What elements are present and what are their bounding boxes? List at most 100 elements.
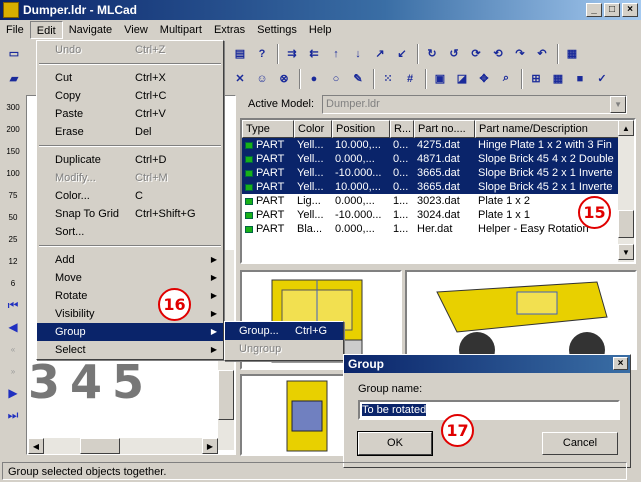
library-hscrollbar[interactable]: ◀ ▶ — [28, 438, 218, 454]
library-hscroll-thumb[interactable] — [80, 438, 120, 454]
menu-item-erase[interactable]: Erase Del — [37, 123, 223, 141]
pin-icon[interactable]: ✓ — [592, 69, 612, 89]
table-row[interactable]: PART Yell... -10.000... 1... 3024.dat Plate 1… — [242, 208, 634, 222]
camera-icon[interactable]: ◪ — [452, 69, 472, 89]
rotate-ccw-y-icon[interactable]: ⟲ — [488, 44, 508, 64]
col-type[interactable]: Type — [242, 120, 294, 138]
rotate-x-plus-icon[interactable]: ⇇ — [304, 44, 324, 64]
zoom-50-icon[interactable]: 50 — [2, 207, 24, 227]
close-button[interactable]: × — [622, 3, 638, 17]
rotate-z-plus-icon[interactable]: ↙ — [392, 44, 412, 64]
library-scroll-thumb[interactable] — [218, 370, 234, 420]
rotate-ccw-x-icon[interactable]: ↺ — [444, 44, 464, 64]
table-row[interactable]: PART Yell... -10.000... 0... 3665.dat Slope B… — [242, 166, 634, 180]
chevron-down-icon[interactable]: ▼ — [610, 95, 627, 113]
next-step-icon[interactable]: ▶ — [2, 383, 24, 403]
scroll-right-icon[interactable]: ▶ — [202, 438, 218, 454]
delete-icon[interactable]: ✕ — [230, 69, 250, 89]
resize-grip-icon[interactable] — [627, 462, 641, 480]
zoom-icon[interactable]: ⌕ — [496, 69, 516, 89]
menu-item-duplicate[interactable]: Duplicate Ctrl+D — [37, 151, 223, 169]
rotate-z-minus-icon[interactable]: ↗ — [370, 44, 390, 64]
table-row[interactable]: PART Lig... 0.000,... 1... 3023.dat Plate 1 x… — [242, 194, 634, 208]
zoom-150-icon[interactable]: 150 — [2, 141, 24, 161]
maximize-button[interactable]: □ — [604, 3, 620, 17]
first-step-icon[interactable]: ⏮ — [2, 295, 24, 315]
parts-list[interactable]: Type Color Position R... Part no.... Par… — [240, 118, 636, 264]
paint-icon[interactable]: ✎ — [348, 69, 368, 89]
scroll-left-icon[interactable]: ◀ — [28, 438, 44, 454]
scroll-down-icon[interactable]: ▼ — [618, 244, 634, 260]
menu-item-add[interactable]: Add ▶ — [37, 251, 223, 269]
menu-item-paste[interactable]: Paste Ctrl+V — [37, 105, 223, 123]
rotate-cw-x-icon[interactable]: ↻ — [422, 44, 442, 64]
zoom-300-icon[interactable]: 300 — [2, 97, 24, 117]
save-icon[interactable]: ▤ — [230, 44, 250, 64]
minimize-button[interactable]: _ — [586, 3, 602, 17]
print-icon[interactable]: ▦ — [562, 44, 582, 64]
dialog-close-icon[interactable]: × — [613, 357, 628, 370]
parts-scroll-thumb[interactable] — [618, 210, 634, 238]
viewport-front[interactable] — [240, 374, 345, 456]
cancel-button[interactable]: Cancel — [542, 432, 618, 455]
col-rotation[interactable]: R... — [390, 120, 414, 138]
move-icon[interactable]: ✥ — [474, 69, 494, 89]
view-grid-icon[interactable]: ▦ — [548, 69, 568, 89]
zoom-12-icon[interactable]: 12 — [2, 251, 24, 271]
grid-dots-icon[interactable]: ⁙ — [378, 69, 398, 89]
menu-multipart[interactable]: Multipart — [154, 21, 208, 39]
help-pointer-icon[interactable]: ? — [252, 44, 272, 64]
col-part-no[interactable]: Part no.... — [414, 120, 475, 138]
zoom-6-icon[interactable]: 6 — [2, 273, 24, 293]
menu-item-modify[interactable]: Modify... Ctrl+M — [37, 169, 223, 187]
menu-item-move[interactable]: Move ▶ — [37, 269, 223, 287]
menu-item-undo[interactable]: Undo Ctrl+Z — [37, 41, 223, 59]
table-row[interactable]: PART Yell... 0.000,... 0... 4871.dat Slope Br… — [242, 152, 634, 166]
ok-button[interactable]: OK — [357, 431, 433, 456]
group-name-input[interactable]: To be rotated — [358, 400, 620, 420]
menu-edit[interactable]: Edit — [29, 21, 63, 39]
rotate-cw-z-icon[interactable]: ↷ — [510, 44, 530, 64]
bulb-icon[interactable]: ○ — [326, 69, 346, 89]
zoom-200-icon[interactable]: 200 — [2, 119, 24, 139]
no-icon[interactable]: ⊗ — [274, 69, 294, 89]
menu-help[interactable]: Help — [303, 21, 338, 39]
rotate-cw-y-icon[interactable]: ⟳ — [466, 44, 486, 64]
menu-item-group[interactable]: Group ▶ — [37, 323, 223, 341]
menu-view[interactable]: View — [118, 21, 154, 39]
lamp-icon[interactable]: ● — [304, 69, 324, 89]
menu-item-ungroup[interactable]: Ungroup — [225, 340, 343, 358]
menu-settings[interactable]: Settings — [251, 21, 303, 39]
window-icon[interactable]: ▣ — [430, 69, 450, 89]
menu-item-copy[interactable]: Copy Ctrl+C — [37, 87, 223, 105]
rotate-y-plus-icon[interactable]: ↓ — [348, 44, 368, 64]
menu-item-snap-to-grid[interactable]: Snap To Grid Ctrl+Shift+G — [37, 205, 223, 223]
rotate-y-minus-icon[interactable]: ↑ — [326, 44, 346, 64]
new-file-icon[interactable]: ▭ — [4, 43, 24, 63]
view-quad-icon[interactable]: ⊞ — [526, 69, 546, 89]
rotate-x-minus-icon[interactable]: ⇉ — [282, 44, 302, 64]
smiley-icon[interactable]: ☺ — [252, 69, 272, 89]
menu-item-rotate[interactable]: Rotate ▶ — [37, 287, 223, 305]
menu-item-visibility[interactable]: Visibility ▶ — [37, 305, 223, 323]
table-row[interactable]: PART Yell... 10.000,... 0... 4275.dat Hinge P… — [242, 138, 634, 152]
table-row[interactable]: PART Yell... 10.000,... 0... 3665.dat Slope B… — [242, 180, 634, 194]
menu-item-sort[interactable]: Sort... — [37, 223, 223, 241]
menu-item-select[interactable]: Select ▶ — [37, 341, 223, 359]
col-position[interactable]: Position — [332, 120, 390, 138]
menu-extras[interactable]: Extras — [208, 21, 251, 39]
scroll-up-icon[interactable]: ▲ — [618, 120, 634, 136]
zoom-75-icon[interactable]: 75 — [2, 185, 24, 205]
menu-item-color[interactable]: Color... C — [37, 187, 223, 205]
parts-list-scrollbar[interactable]: ▲ ▼ — [618, 120, 634, 262]
menu-file[interactable]: File — [0, 21, 30, 39]
grid-icon[interactable]: # — [400, 69, 420, 89]
menu-item-group[interactable]: Group... Ctrl+G — [225, 322, 343, 340]
col-color[interactable]: Color — [294, 120, 332, 138]
rewind-icon[interactable]: « — [2, 339, 24, 359]
rotate-ccw-z-icon[interactable]: ↶ — [532, 44, 552, 64]
view-fill-icon[interactable]: ■ — [570, 69, 590, 89]
last-step-icon[interactable]: ⏭ — [2, 405, 24, 425]
open-folder-icon[interactable]: ▰ — [4, 68, 24, 88]
col-description[interactable]: Part name/Description — [475, 120, 623, 138]
